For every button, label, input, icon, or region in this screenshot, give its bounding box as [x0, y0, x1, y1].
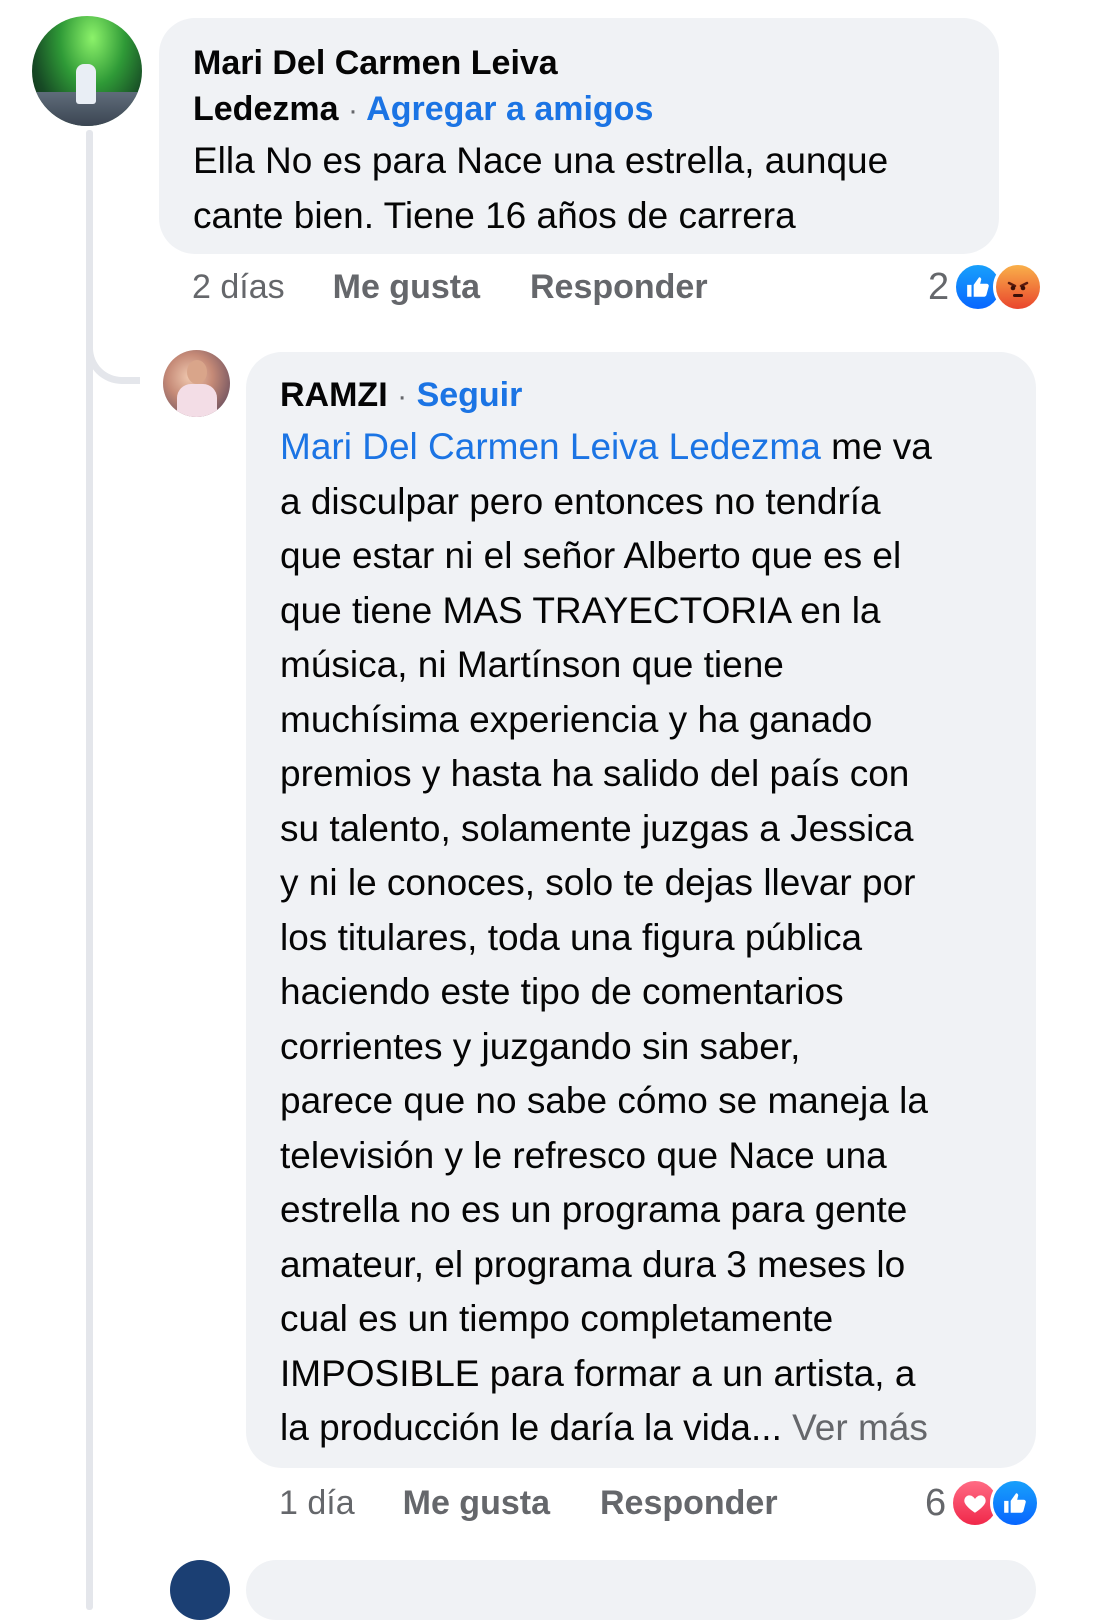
comment-text-line: parece que no sabe cómo se maneja la — [280, 1080, 928, 1121]
reaction-count: 2 — [928, 265, 950, 308]
reaction-summary[interactable]: 6 — [925, 1478, 1041, 1528]
thread-connector — [86, 310, 140, 384]
comment-text-line: IMPOSIBLE para formar a un artista, a — [280, 1352, 916, 1394]
comment-text-line: estrella no es un programa para gente — [280, 1189, 908, 1230]
angry-icon — [993, 262, 1044, 312]
avatar-shirt — [177, 384, 217, 417]
reply-button[interactable]: Responder — [600, 1484, 778, 1523]
comment-text-line: amateur, el programa dura 3 meses lo — [280, 1243, 906, 1285]
comment-text-line: cual es un tiempo completamente — [280, 1298, 834, 1339]
like-icon — [990, 1478, 1041, 1528]
comment-text-line: y ni le conoces, solo te dejas llevar po… — [280, 862, 916, 903]
comment-text-line: que tiene MAS TRAYECTORIA en la — [280, 589, 881, 631]
next-comment-avatar[interactable] — [170, 1560, 230, 1620]
comment-actions: 1 día Me gusta Responder — [279, 1484, 778, 1523]
comment-bubble: RAMZI · Seguir Mari Del Carmen Leiva Led… — [246, 352, 1036, 1468]
avatar-head — [187, 360, 207, 384]
comment-text-line: corrientes y juzgando sin saber, — [280, 1025, 801, 1067]
comment-text-line: los titulares, toda una figura pública — [280, 916, 863, 958]
avatar[interactable] — [32, 16, 142, 126]
comment-text-line: la producción le daría la vida... Ver má… — [280, 1401, 1002, 1456]
author-name[interactable]: RAMZI — [280, 376, 388, 414]
next-comment-bubble — [246, 1560, 1036, 1620]
comment-text-line: haciendo este tipo de comentarios — [280, 971, 844, 1012]
comment-author[interactable]: RAMZI · Seguir — [280, 372, 1002, 420]
mention-link[interactable]: Mari Del Carmen Leiva Ledezma — [280, 426, 821, 467]
timestamp[interactable]: 1 día — [279, 1484, 355, 1523]
comment-text: Ella No es para Nace una estrella, aunqu… — [193, 134, 965, 243]
comment-text-fragment: me va — [820, 426, 932, 467]
comment-bubble: Mari Del Carmen Leiva Ledezma · Agregar … — [159, 18, 999, 254]
comment-text-line: Mari Del Carmen Leiva Ledezma me va — [280, 420, 1002, 475]
comment-text-line: que estar ni el señor Alberto que es el — [280, 535, 902, 576]
comment-text-line: música, ni Martínson que tiene — [280, 644, 784, 685]
like-button[interactable]: Me gusta — [403, 1484, 550, 1523]
author-name-line2[interactable]: Ledezma — [193, 90, 339, 128]
avatar[interactable] — [163, 350, 230, 417]
add-friend-link[interactable]: Agregar a amigos — [366, 90, 653, 128]
reaction-summary[interactable]: 2 — [928, 262, 1044, 312]
reaction-count: 6 — [925, 1481, 947, 1524]
comment-text-line: Ella No es para Nace una estrella, aunqu… — [193, 140, 889, 181]
comment-author[interactable]: Mari Del Carmen Leiva Ledezma · Agregar … — [193, 40, 965, 134]
comment-text: Mari Del Carmen Leiva Ledezma me va a di… — [280, 420, 1002, 1456]
comment-text-line: cante bien. Tiene 16 años de carrera — [193, 194, 796, 236]
author-name-line1[interactable]: Mari Del Carmen Leiva — [193, 44, 558, 82]
like-button[interactable]: Me gusta — [333, 268, 480, 307]
timestamp[interactable]: 2 días — [192, 268, 285, 307]
comment-text-fragment: la producción le daría la vida... — [280, 1407, 782, 1448]
comment-text-line: televisión y le refresco que Nace una — [280, 1134, 887, 1176]
see-more-link[interactable]: Ver más — [792, 1407, 928, 1448]
separator-dot: · — [347, 94, 358, 127]
separator-dot: · — [397, 380, 408, 413]
comment-text-line: a disculpar pero entonces no tendría — [280, 480, 881, 522]
comment-actions: 2 días Me gusta Responder — [192, 268, 708, 307]
avatar-figure — [76, 64, 96, 104]
reply-button[interactable]: Responder — [530, 268, 708, 307]
comment-text-line: premios y hasta ha salido del país con — [280, 753, 910, 794]
follow-link[interactable]: Seguir — [417, 376, 523, 414]
comment-text-line: su talento, solamente juzgas a Jessica — [280, 807, 914, 849]
comment-text-line: muchísima experiencia y ha ganado — [280, 698, 873, 740]
